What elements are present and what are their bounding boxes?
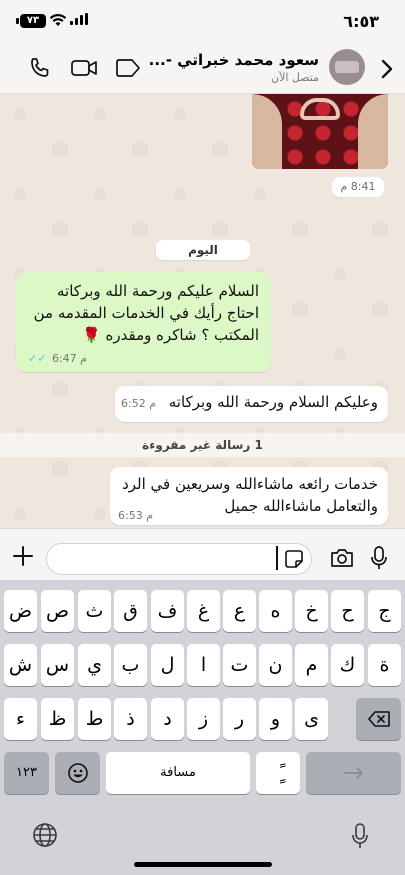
avatar[interactable] — [329, 49, 365, 85]
chevron-left-icon[interactable] — [379, 58, 395, 80]
avatar-logo — [335, 61, 359, 73]
key[interactable]: ذ — [114, 698, 147, 740]
key[interactable]: ث — [78, 590, 111, 632]
video-call-icon[interactable] — [70, 56, 98, 80]
phone-icon[interactable] — [28, 56, 52, 80]
message-time: 6:53 م — [118, 509, 154, 522]
heart-hands — [300, 98, 340, 120]
home-indicator[interactable] — [134, 862, 272, 867]
key[interactable]: ط — [78, 698, 111, 740]
message-meta: ✓✓ 6:47 م — [28, 352, 87, 365]
whatsapp-chat-screen: ٧٣ ٦:٥٣ سعود محمد خبراتي -... متصل الآن — [0, 0, 405, 875]
key[interactable]: ة — [368, 644, 401, 686]
tanween-key[interactable]: ًٍ — [256, 752, 300, 794]
message-line: احتاج رأيك في الخدمات المقدمه من — [33, 304, 259, 322]
message-text: خدمات رائعه ماشاءالله وسريعين في الرد وا… — [116, 473, 378, 517]
emoji-icon — [67, 763, 88, 783]
status-bar: ٧٣ ٦:٥٣ — [0, 0, 405, 44]
outgoing-message[interactable]: السلام عليكم ورحمة الله وبركاته احتاج رأ… — [16, 272, 271, 372]
key[interactable]: س — [41, 644, 74, 686]
key[interactable]: ح — [331, 590, 364, 632]
key[interactable]: ظ — [41, 698, 74, 740]
key[interactable]: ر — [223, 698, 256, 740]
message-time: 6:52 م — [121, 397, 157, 410]
wifi-icon — [49, 14, 67, 26]
key[interactable]: ج — [368, 590, 401, 632]
return-icon — [342, 767, 363, 779]
key[interactable]: ت — [223, 644, 256, 686]
chat-area[interactable]: 8:41 م اليوم السلام عليكم ورحمة الله وبر… — [0, 94, 405, 528]
date-divider: اليوم — [156, 240, 250, 260]
globe-icon[interactable] — [32, 822, 58, 848]
key[interactable]: ض — [4, 590, 37, 632]
emoji-key[interactable] — [55, 752, 100, 794]
message-text: وعليكم السلام ورحمة الله وبركاته — [168, 393, 378, 411]
message-input[interactable] — [46, 543, 312, 575]
message-line: خدمات رائعه ماشاءالله وسريعين في الرد — [122, 475, 378, 493]
space-key[interactable]: مسافة — [106, 752, 250, 794]
message-text-field[interactable] — [59, 548, 269, 570]
plus-icon[interactable] — [12, 545, 34, 567]
text-caret — [276, 546, 278, 570]
message-input-bar — [0, 528, 405, 580]
image-time: 8:41 م — [332, 177, 384, 197]
incoming-message[interactable]: وعليكم السلام ورحمة الله وبركاته 6:52 م — [115, 386, 388, 422]
key[interactable]: ى — [295, 698, 328, 740]
key[interactable]: ي — [78, 644, 111, 686]
chat-header: سعود محمد خبراتي -... متصل الآن — [0, 44, 405, 94]
message-text: السلام عليكم ورحمة الله وبركاته احتاج رأ… — [27, 280, 259, 346]
backspace-key[interactable] — [356, 698, 401, 740]
message-line: السلام عليكم ورحمة الله وبركاته — [57, 282, 259, 300]
key[interactable]: ق — [114, 590, 147, 632]
key[interactable]: م — [295, 644, 328, 686]
key[interactable]: ف — [151, 590, 184, 632]
incoming-message[interactable]: خدمات رائعه ماشاءالله وسريعين في الرد وا… — [110, 467, 388, 525]
image-message[interactable] — [252, 94, 388, 169]
message-time: 6:47 م — [51, 352, 87, 365]
read-ticks-icon: ✓✓ — [28, 352, 47, 365]
key[interactable]: ع — [223, 590, 256, 632]
signal-icon — [70, 13, 88, 25]
key[interactable]: غ — [187, 590, 220, 632]
key[interactable]: ز — [187, 698, 220, 740]
backspace-icon — [367, 711, 390, 727]
numbers-key[interactable]: ١٢٣ — [4, 752, 49, 794]
key[interactable]: ب — [114, 644, 147, 686]
message-line: المكتب ؟ شاكره ومقدره 🌹 — [82, 326, 259, 344]
battery-indicator: ٧٣ — [20, 14, 46, 28]
tag-icon[interactable] — [114, 56, 142, 80]
key[interactable]: ء — [4, 698, 37, 740]
key[interactable]: ص — [41, 590, 74, 632]
key[interactable]: ك — [331, 644, 364, 686]
key[interactable]: ن — [259, 644, 292, 686]
clock: ٦:٥٣ — [343, 12, 379, 31]
message-line: والتعامل ماشاءالله جميل — [224, 497, 378, 515]
contact-name[interactable]: سعود محمد خبراتي -... — [149, 51, 319, 69]
return-key[interactable] — [306, 752, 401, 794]
key[interactable]: ش — [4, 644, 37, 686]
unread-divider: 1 رسالة غير مقروءة — [0, 432, 405, 458]
key[interactable]: ا — [187, 644, 220, 686]
key[interactable]: ه — [259, 590, 292, 632]
key[interactable]: د — [151, 698, 184, 740]
key[interactable]: ل — [151, 644, 184, 686]
arabic-keyboard: ض ص ث ق ف غ ع ه خ ح ج ش س ي ب ل ا ت ن م … — [0, 580, 405, 875]
battery-tip — [16, 18, 19, 24]
unread-label: 1 رسالة غير مقروءة — [142, 438, 263, 452]
microphone-icon[interactable] — [370, 545, 388, 571]
key[interactable]: خ — [295, 590, 328, 632]
camera-icon[interactable] — [329, 546, 355, 570]
contact-status: متصل الآن — [271, 71, 319, 84]
dictation-icon[interactable] — [350, 822, 370, 850]
key[interactable]: و — [259, 698, 292, 740]
sticker-icon[interactable] — [284, 549, 304, 569]
